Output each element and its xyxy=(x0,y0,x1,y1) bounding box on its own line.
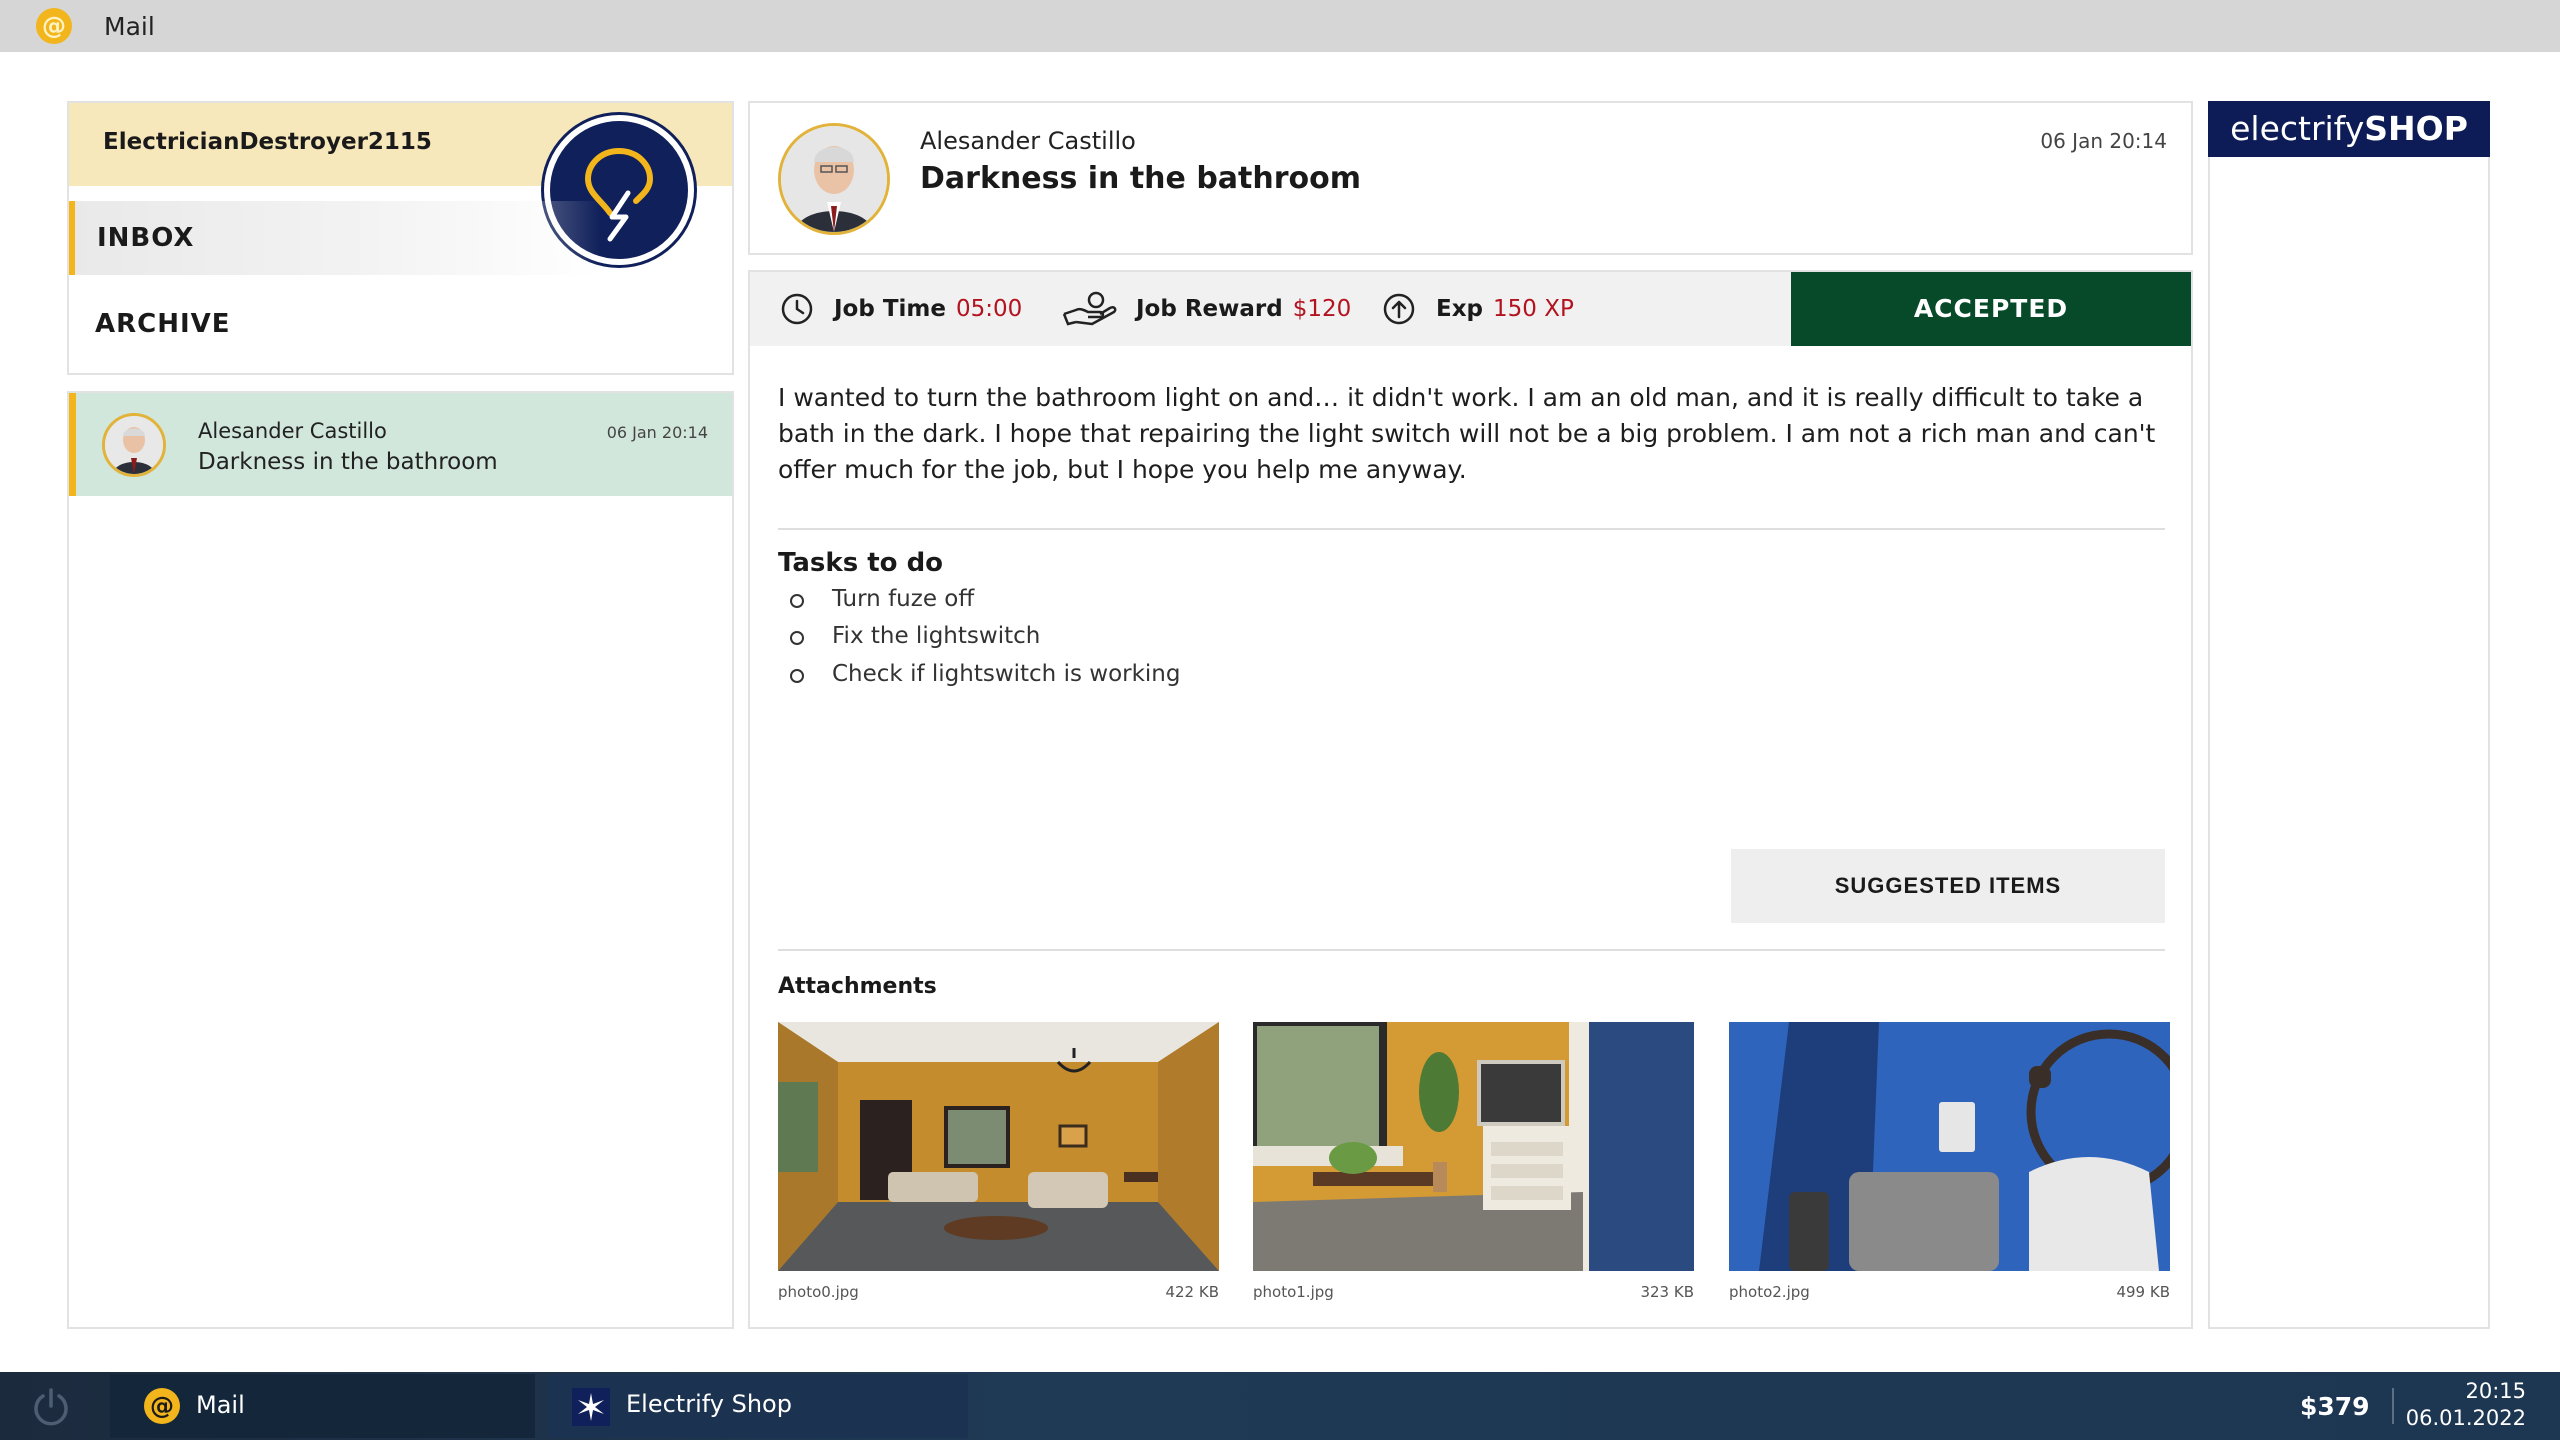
electrify-spark-icon xyxy=(572,1388,610,1426)
mail-at-icon: @ xyxy=(144,1388,180,1424)
task-bullet-icon xyxy=(790,631,804,645)
exp-label: Exp xyxy=(1436,296,1484,322)
mail-subject: Darkness in the bathroom xyxy=(920,161,1362,196)
job-stats-bar: Job Time 05:00 Job Reward $120 Exp 150 XP A… xyxy=(750,272,2191,346)
attachment-filesize: 323 KB xyxy=(1640,1283,1694,1301)
clock-time: 20:15 xyxy=(2465,1379,2526,1403)
divider xyxy=(778,949,2165,951)
window-title: Mail xyxy=(104,12,155,41)
mail-body-text: I wanted to turn the bathroom light on a… xyxy=(778,383,2156,484)
mail-sender: Alesander Castillo xyxy=(920,127,1136,155)
power-icon[interactable] xyxy=(30,1386,72,1428)
divider xyxy=(778,528,2165,530)
mail-header: Alesander Castillo Darkness in the bathr… xyxy=(748,101,2193,255)
job-reward-stat: Job Reward $120 xyxy=(1062,272,1351,346)
job-status-accepted: ACCEPTED xyxy=(1791,272,2191,346)
attachment-meta: photo1.jpg 323 KB xyxy=(1253,1283,1694,1313)
electrify-shop-banner[interactable]: electrifySHOP xyxy=(2208,101,2490,157)
task-item: Turn fuze off xyxy=(790,586,974,612)
mail-item-sender: Alesander Castillo xyxy=(198,419,387,443)
shop-brand-light: electrify xyxy=(2230,109,2365,148)
nav-archive[interactable]: ARCHIVE xyxy=(69,287,732,361)
reward-hand-icon xyxy=(1062,291,1117,326)
attachment-filename: photo1.jpg xyxy=(1253,1283,1334,1301)
job-time-stat: Job Time 05:00 xyxy=(780,272,1022,346)
attachments-title: Attachments xyxy=(778,974,937,999)
mail-body: Job Time 05:00 Job Reward $120 Exp 150 XP A… xyxy=(748,270,2193,1329)
mail-item-subject: Darkness in the bathroom xyxy=(198,449,498,475)
taskbar-mail-label: Mail xyxy=(196,1391,245,1419)
taskbar-mail-button[interactable]: @ Mail xyxy=(110,1374,535,1438)
task-bullet-icon xyxy=(790,669,804,683)
mail-list: Alesander Castillo Darkness in the bathr… xyxy=(67,391,734,1329)
task-item: Fix the lightswitch xyxy=(790,623,1040,649)
exp-stat: Exp 150 XP xyxy=(1382,272,1574,346)
shop-brand-bold: SHOP xyxy=(2364,109,2468,148)
task-bullet-icon xyxy=(790,594,804,608)
attachment-meta: photo2.jpg 499 KB xyxy=(1729,1283,2170,1313)
clock-icon xyxy=(781,293,813,325)
account-panel: ElectricianDestroyer2115 INBOX ARCHIVE xyxy=(67,101,734,375)
attachment-filesize: 499 KB xyxy=(2116,1283,2170,1301)
attachment-filename: photo0.jpg xyxy=(778,1283,859,1301)
tasks-title: Tasks to do xyxy=(778,548,944,578)
nav-inbox[interactable]: INBOX xyxy=(69,201,732,275)
attachment-filename: photo2.jpg xyxy=(1729,1283,1810,1301)
task-text: Fix the lightswitch xyxy=(832,623,1041,649)
attachment-thumbnail[interactable] xyxy=(1253,1022,1694,1271)
job-reward-value: $120 xyxy=(1292,296,1352,322)
title-bar: @ Mail xyxy=(0,0,2560,52)
attachment-meta: photo0.jpg 422 KB xyxy=(778,1283,1219,1313)
attachment-photo0[interactable]: photo0.jpg 422 KB xyxy=(778,1022,1219,1313)
mail-app-icon: @ xyxy=(36,8,72,44)
job-reward-label: Job Reward xyxy=(1136,296,1283,322)
task-item: Check if lightswitch is working xyxy=(790,661,1180,687)
mail-date: 06 Jan 20:14 xyxy=(2040,129,2167,153)
clock-date: 06.01.2022 xyxy=(2405,1406,2526,1430)
money-balance: $379 xyxy=(2300,1392,2370,1421)
attachment-thumbnail[interactable] xyxy=(1729,1022,2170,1271)
taskbar-separator xyxy=(2392,1388,2394,1424)
sender-avatar xyxy=(102,413,166,477)
sender-avatar-large xyxy=(778,123,890,235)
task-text: Check if lightswitch is working xyxy=(832,661,1181,687)
attachment-photo2[interactable]: photo2.jpg 499 KB xyxy=(1729,1022,2170,1313)
attachment-thumbnail[interactable] xyxy=(778,1022,1219,1271)
taskbar-shop-button[interactable]: Electrify Shop xyxy=(548,1374,968,1438)
attachment-filesize: 422 KB xyxy=(1165,1283,1219,1301)
task-text: Turn fuze off xyxy=(832,586,975,612)
mail-item-date: 06 Jan 20:14 xyxy=(606,423,708,442)
suggested-items-button[interactable]: SUGGESTED ITEMS xyxy=(1731,849,2165,923)
shop-panel: electrifySHOP xyxy=(2208,101,2490,1329)
attachment-photo1[interactable]: photo1.jpg 323 KB xyxy=(1253,1022,1694,1313)
job-time-label: Job Time xyxy=(834,296,946,322)
taskbar: @ Mail Electrify Shop $379 20:15 06.01.2… xyxy=(0,1372,2560,1440)
taskbar-shop-label: Electrify Shop xyxy=(626,1390,792,1418)
exp-value: 150 XP xyxy=(1493,296,1574,322)
username: ElectricianDestroyer2115 xyxy=(103,129,432,155)
job-time-value: 05:00 xyxy=(955,296,1023,322)
mail-list-item[interactable]: Alesander Castillo Darkness in the bathr… xyxy=(69,393,732,496)
exp-up-arrow-icon xyxy=(1383,293,1415,325)
